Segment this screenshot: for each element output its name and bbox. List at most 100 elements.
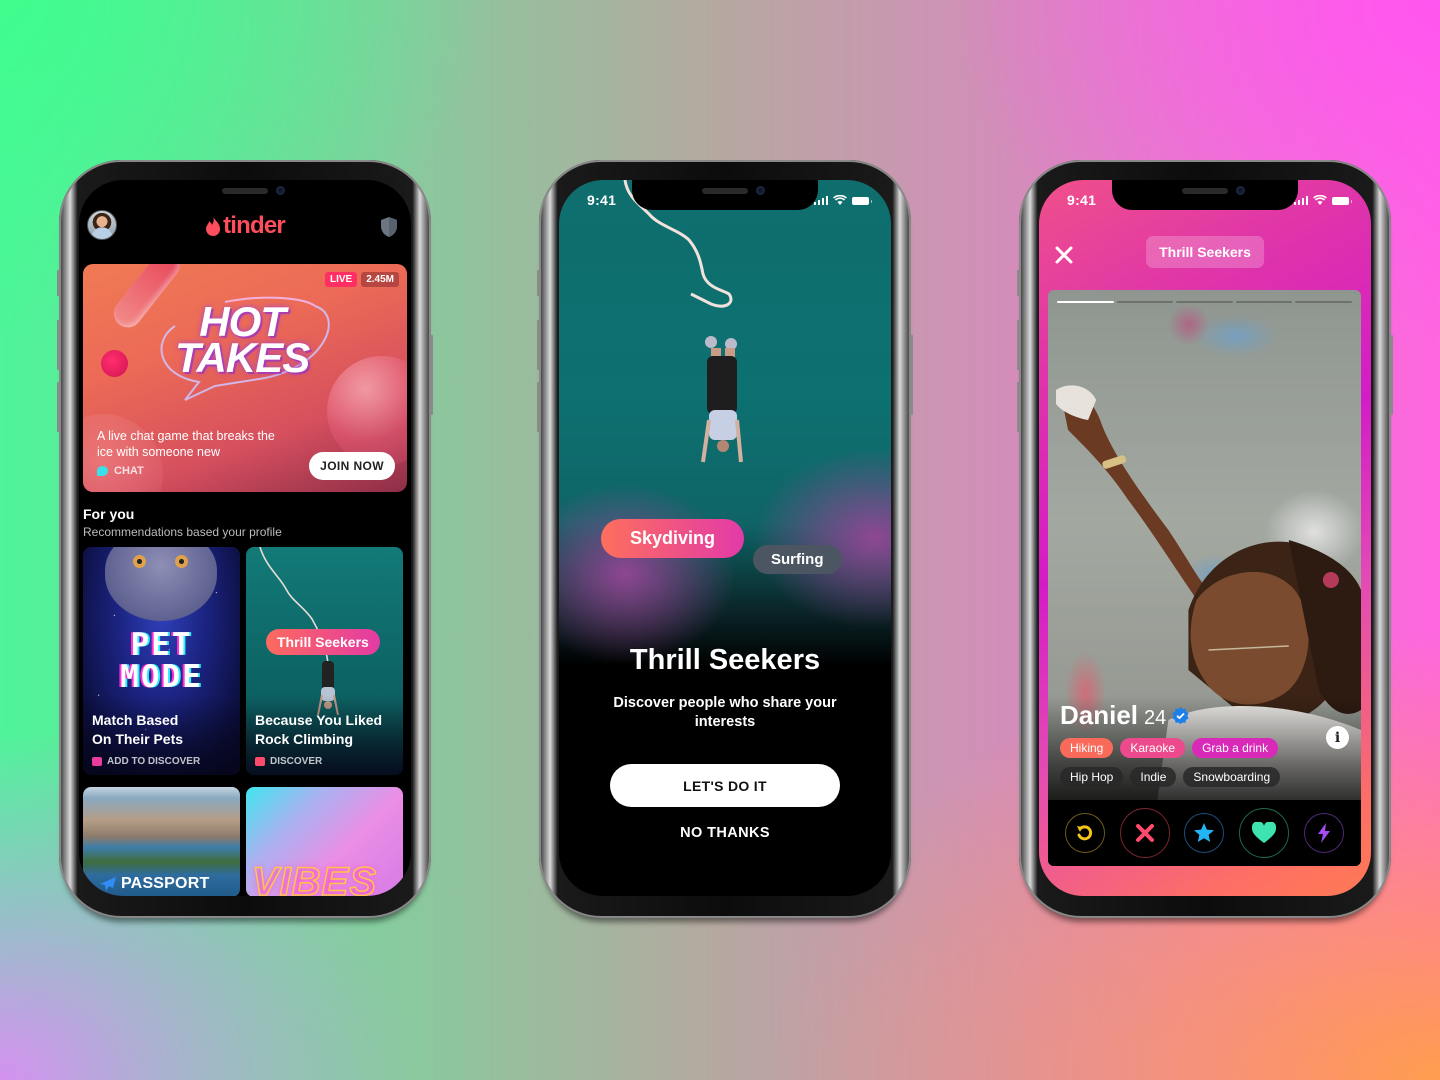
interest-tag-shared: Karaoke bbox=[1120, 738, 1186, 758]
star-icon bbox=[1194, 823, 1215, 842]
decorative-bubble bbox=[327, 356, 407, 466]
volume-down-button bbox=[537, 382, 540, 432]
flame-icon bbox=[206, 216, 221, 236]
for-you-subtitle: Recommendations based your profile bbox=[83, 525, 282, 539]
no-thanks-button[interactable]: NO THANKS bbox=[559, 825, 891, 841]
battery-icon bbox=[852, 197, 872, 205]
profile-card-screen: 9:41 Thrill Seekers Daniel 24 i Hiking K… bbox=[1039, 180, 1371, 896]
profile-name: Daniel bbox=[1060, 700, 1139, 730]
notch bbox=[152, 180, 338, 210]
discover-icon bbox=[255, 757, 265, 766]
battery-icon bbox=[1332, 197, 1352, 205]
lets-do-it-button[interactable]: LET'S DO IT bbox=[610, 764, 840, 807]
profile-name-row: Daniel 24 bbox=[1060, 700, 1189, 731]
profile-photo[interactable]: Daniel 24 i Hiking Karaoke Grab a drink Hi… bbox=[1048, 290, 1361, 866]
profile-avatar[interactable] bbox=[87, 210, 117, 240]
add-to-discover-link[interactable]: ADD TO DISCOVER bbox=[92, 756, 200, 767]
rewind-button[interactable] bbox=[1065, 813, 1106, 853]
volume-up-button bbox=[1017, 320, 1020, 370]
other-interest-tags: Hip Hop Indie Snowboarding bbox=[1060, 767, 1281, 787]
pet-mode-art-text: PET MODE bbox=[120, 627, 203, 695]
photo-progress-segment[interactable] bbox=[1116, 301, 1174, 303]
app-header: tinder bbox=[79, 206, 411, 250]
viewer-count: 2.45M bbox=[361, 272, 399, 287]
hot-takes-description: A live chat game that breaks the ice wit… bbox=[97, 429, 275, 459]
passport-label: PASSPORT bbox=[99, 875, 209, 893]
logo-text: tinder bbox=[223, 212, 286, 239]
passport-tile[interactable]: PASSPORT bbox=[83, 787, 240, 896]
interest-chip-surfing: Surfing bbox=[753, 545, 842, 574]
mute-switch bbox=[537, 270, 540, 296]
notch bbox=[1112, 180, 1298, 210]
wifi-icon bbox=[1313, 195, 1327, 205]
tinder-logo: tinder bbox=[205, 212, 286, 240]
info-button[interactable]: i bbox=[1326, 726, 1349, 749]
thrill-seekers-intro-screen: 9:41 Skydiving Surfing Thrill Seekers Di… bbox=[559, 180, 891, 896]
notch bbox=[632, 180, 818, 210]
boost-button[interactable] bbox=[1303, 813, 1344, 853]
home-screen: tinder HOT TAKES LIVE 2.45M A live chat … bbox=[79, 180, 411, 896]
shared-interest-tags: Hiking Karaoke Grab a drink bbox=[1060, 738, 1279, 758]
vibes-art-text: VIBES bbox=[251, 859, 378, 896]
interest-tag: Snowboarding bbox=[1183, 767, 1281, 787]
verified-badge-icon bbox=[1172, 707, 1189, 724]
shield-icon[interactable] bbox=[379, 216, 399, 238]
vibes-tile[interactable]: VIBES bbox=[246, 787, 403, 896]
power-button bbox=[430, 335, 433, 415]
volume-up-button bbox=[57, 320, 60, 370]
live-indicator: LIVE 2.45M bbox=[324, 272, 399, 287]
for-you-heading: For you bbox=[83, 506, 135, 522]
profile-age: 24 bbox=[1144, 707, 1167, 729]
mute-switch bbox=[57, 270, 60, 296]
chat-bubble-icon bbox=[97, 466, 108, 476]
interest-chip-skydiving: Skydiving bbox=[601, 519, 745, 558]
category-chip: Thrill Seekers bbox=[1146, 236, 1264, 268]
volume-down-button bbox=[1017, 382, 1020, 432]
like-button[interactable] bbox=[1239, 808, 1290, 858]
join-now-button[interactable]: JOIN NOW bbox=[309, 452, 395, 480]
photo-progress-segment[interactable] bbox=[1176, 301, 1233, 303]
intro-title: Thrill Seekers bbox=[629, 644, 821, 676]
mute-switch bbox=[1017, 270, 1020, 296]
add-icon bbox=[92, 757, 102, 766]
pet-mode-tile[interactable]: PET MODE Match Based On Their Pets ADD T… bbox=[83, 547, 240, 775]
phone-home: tinder HOT TAKES LIVE 2.45M A live chat … bbox=[57, 160, 433, 918]
intro-subtitle: Discover people who share your interests bbox=[613, 695, 837, 730]
category-label: CHAT bbox=[97, 465, 144, 477]
thrill-seekers-tile[interactable]: Thrill Seekers Because You Liked Rock Cl… bbox=[246, 547, 403, 775]
nope-button[interactable] bbox=[1119, 808, 1170, 858]
interest-tag: Indie bbox=[1130, 767, 1177, 787]
bungee-jumper-image bbox=[701, 336, 743, 463]
tile-caption: Because You Liked Rock Climbing bbox=[255, 712, 383, 747]
interest-tag-shared: Hiking bbox=[1060, 738, 1114, 758]
phone-profile: 9:41 Thrill Seekers Daniel 24 i Hiking K… bbox=[1017, 160, 1393, 918]
super-like-button[interactable] bbox=[1184, 813, 1225, 853]
status-time: 9:41 bbox=[1067, 192, 1097, 208]
photo-progress-segment[interactable] bbox=[1235, 301, 1293, 303]
tile-caption: Match Based On Their Pets bbox=[92, 712, 184, 747]
phone-intro: 9:41 Skydiving Surfing Thrill Seekers Di… bbox=[537, 160, 913, 918]
power-button bbox=[1390, 335, 1393, 415]
airplane-icon bbox=[100, 877, 116, 891]
photo-progress-segment[interactable] bbox=[1295, 301, 1352, 303]
live-badge: LIVE bbox=[324, 272, 358, 287]
close-icon[interactable] bbox=[1055, 246, 1073, 264]
hot-takes-card[interactable]: HOT TAKES LIVE 2.45M A live chat game th… bbox=[83, 264, 407, 492]
action-bar bbox=[1048, 800, 1361, 866]
photo-progress-bar bbox=[1057, 301, 1352, 303]
photo-progress-segment[interactable] bbox=[1057, 301, 1114, 303]
wifi-icon bbox=[833, 195, 847, 205]
thrill-seekers-pill: Thrill Seekers bbox=[266, 629, 380, 655]
heart-icon bbox=[1252, 822, 1277, 843]
discover-link[interactable]: DISCOVER bbox=[255, 756, 322, 767]
status-time: 9:41 bbox=[587, 192, 617, 208]
interest-tag: Hip Hop bbox=[1060, 767, 1124, 787]
hot-takes-title: HOT TAKES bbox=[175, 298, 310, 381]
power-button bbox=[910, 335, 913, 415]
volume-up-button bbox=[537, 320, 540, 370]
lightning-icon bbox=[1317, 823, 1330, 843]
nope-x-icon bbox=[1135, 824, 1154, 842]
volume-down-button bbox=[57, 382, 60, 432]
decorative-dot bbox=[101, 350, 128, 377]
rewind-icon bbox=[1077, 825, 1093, 841]
